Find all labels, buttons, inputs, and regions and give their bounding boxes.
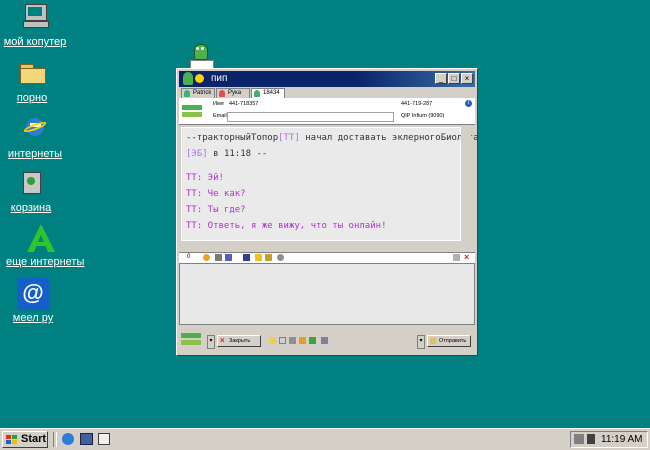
send-options-dropdown[interactable]: ▾ (417, 335, 425, 349)
start-label: Start (21, 433, 47, 445)
send-label: Отправить (439, 338, 467, 344)
system-text: в 11:18 -- (207, 149, 268, 159)
search-icon[interactable] (277, 254, 284, 261)
desktop-icon-my-computer[interactable]: мой копутер (0, 2, 70, 48)
system-tray: 11:19 AM (570, 431, 648, 448)
mail-at-icon: @ (17, 278, 49, 310)
start-button[interactable]: Start (2, 431, 48, 448)
send-icon (430, 338, 436, 344)
contact-icon[interactable] (265, 254, 272, 261)
desktop-icon-internet[interactable]: интернеты (0, 114, 70, 160)
system-message: --тракторныйТопор[TT] начал доставать эк… (186, 130, 479, 146)
tab-label: Patrick (193, 90, 212, 96)
client-value: QIP Infium (9090) (401, 113, 445, 119)
chat-scrollbar[interactable] (461, 127, 471, 241)
volume-icon[interactable] (587, 434, 595, 444)
clock[interactable]: 11:19 AM (601, 434, 643, 445)
email-field[interactable] (227, 112, 394, 122)
tab-label: 18434 (263, 90, 280, 96)
desktop-icon-label: корзина (10, 202, 52, 214)
note-icon[interactable] (269, 337, 276, 344)
taskbar: Start 11:19 AM (0, 428, 650, 450)
show-desktop-icon[interactable] (80, 433, 93, 445)
close-button[interactable]: × (461, 73, 473, 84)
desktop-icon-label: еще интернеты (6, 256, 85, 268)
internet-explorer-icon (19, 114, 51, 146)
computer-icon (19, 2, 51, 34)
desktop-icon-label: меел ру (12, 312, 54, 324)
qip-logo-icon (182, 102, 202, 120)
clear-icon[interactable] (453, 254, 460, 261)
windows-logo-icon (6, 435, 18, 445)
message-input[interactable] (179, 263, 475, 325)
qip-mascot-icon (190, 38, 214, 70)
tab-ruka[interactable]: Рука (216, 88, 250, 98)
tab-label: Рука (228, 90, 242, 96)
qip-logo-icon (181, 331, 201, 347)
bottom-toolbar: ▾ × Закрыть ▾ Отправить (179, 327, 475, 353)
recycle-bin-icon (15, 168, 47, 200)
nick-tag: [TT] (278, 133, 300, 143)
font-icon[interactable] (215, 254, 222, 261)
desktop-icon-porno-folder[interactable]: порно (0, 58, 67, 104)
color-icon[interactable] (225, 254, 232, 261)
close-chat-button[interactable]: × Закрыть (217, 335, 261, 347)
chat-history: --тракторныйТопор[TT] начал доставать эк… (181, 127, 479, 241)
window-title: пип (211, 73, 228, 84)
pencil-icon[interactable] (299, 337, 306, 344)
qip-logo-icon (183, 72, 193, 85)
dropdown-button[interactable]: ▾ (207, 335, 215, 349)
tab-18434[interactable]: 18434 (251, 88, 285, 98)
desktop-icon-mail[interactable]: @ меел ру (0, 278, 68, 324)
nick-tag: [ЭБ] (186, 149, 208, 159)
email-label: Email (213, 113, 227, 119)
tab-patrick[interactable]: Patrick (181, 88, 215, 98)
save-icon[interactable] (243, 254, 250, 261)
desktop-icon-more-internet[interactable]: еще интернеты (6, 222, 85, 268)
system-text: начал доставать эклерногоБиолога (299, 133, 479, 143)
maximize-button[interactable]: □ (448, 73, 460, 84)
name-value: 441-718357 (229, 101, 259, 107)
close-input-icon[interactable]: × (464, 252, 469, 262)
window-titlebar[interactable]: пип _ □ × (179, 71, 475, 87)
send-button[interactable]: Отправить (427, 335, 471, 347)
info-icon[interactable]: i (465, 100, 472, 107)
edit-icon[interactable] (279, 337, 286, 344)
phone-value: 441-719-287 (401, 101, 433, 107)
formatting-toolbar: 0 × (179, 252, 475, 263)
chat-message: TT: Ответь, я же вижу, что ты онлайн! (186, 221, 387, 231)
internet-explorer-icon[interactable] (62, 433, 74, 445)
chat-message: TT: Эй! (186, 173, 224, 183)
outlook-express-icon[interactable] (98, 433, 110, 445)
desktop-icon-label: порно (16, 92, 48, 104)
name-label: Имя (213, 101, 224, 107)
folder-icon (16, 58, 48, 90)
smiley-icon[interactable] (203, 254, 210, 261)
network-icon[interactable] (574, 434, 584, 444)
desktop-icon-label: интернеты (7, 148, 63, 160)
desktop-icon-recycle-bin[interactable]: корзина (0, 168, 66, 214)
char-counter: 0 (187, 254, 191, 260)
system-text: --тракторныйТопор (186, 133, 279, 143)
chat-message: TT: Че как? (186, 189, 246, 199)
history-icon[interactable] (309, 337, 316, 344)
system-message: [ЭБ] в 11:18 -- (186, 146, 456, 162)
close-chat-label: Закрыть (229, 338, 251, 344)
desktop-icon-label: мой копутер (3, 36, 67, 48)
star-icon[interactable] (255, 254, 262, 261)
flower-icon (195, 74, 204, 83)
contact-info-panel: Имя 441-718357 Email 441-719-287 QIP Inf… (179, 98, 475, 125)
delete-icon[interactable] (289, 337, 296, 344)
red-x-icon: × (220, 336, 225, 345)
quicklaunch-separator (53, 432, 57, 447)
green-a-icon (25, 222, 57, 254)
user-online-icon (254, 90, 260, 97)
minimize-button[interactable]: _ (435, 73, 447, 84)
settings-icon[interactable] (321, 337, 328, 344)
chat-window: пип _ □ × Patrick Рука 18434 Имя 441-718… (176, 68, 479, 356)
user-online-icon (184, 90, 190, 97)
chat-message: TT: Ты где? (186, 205, 246, 215)
user-away-icon (219, 90, 225, 97)
